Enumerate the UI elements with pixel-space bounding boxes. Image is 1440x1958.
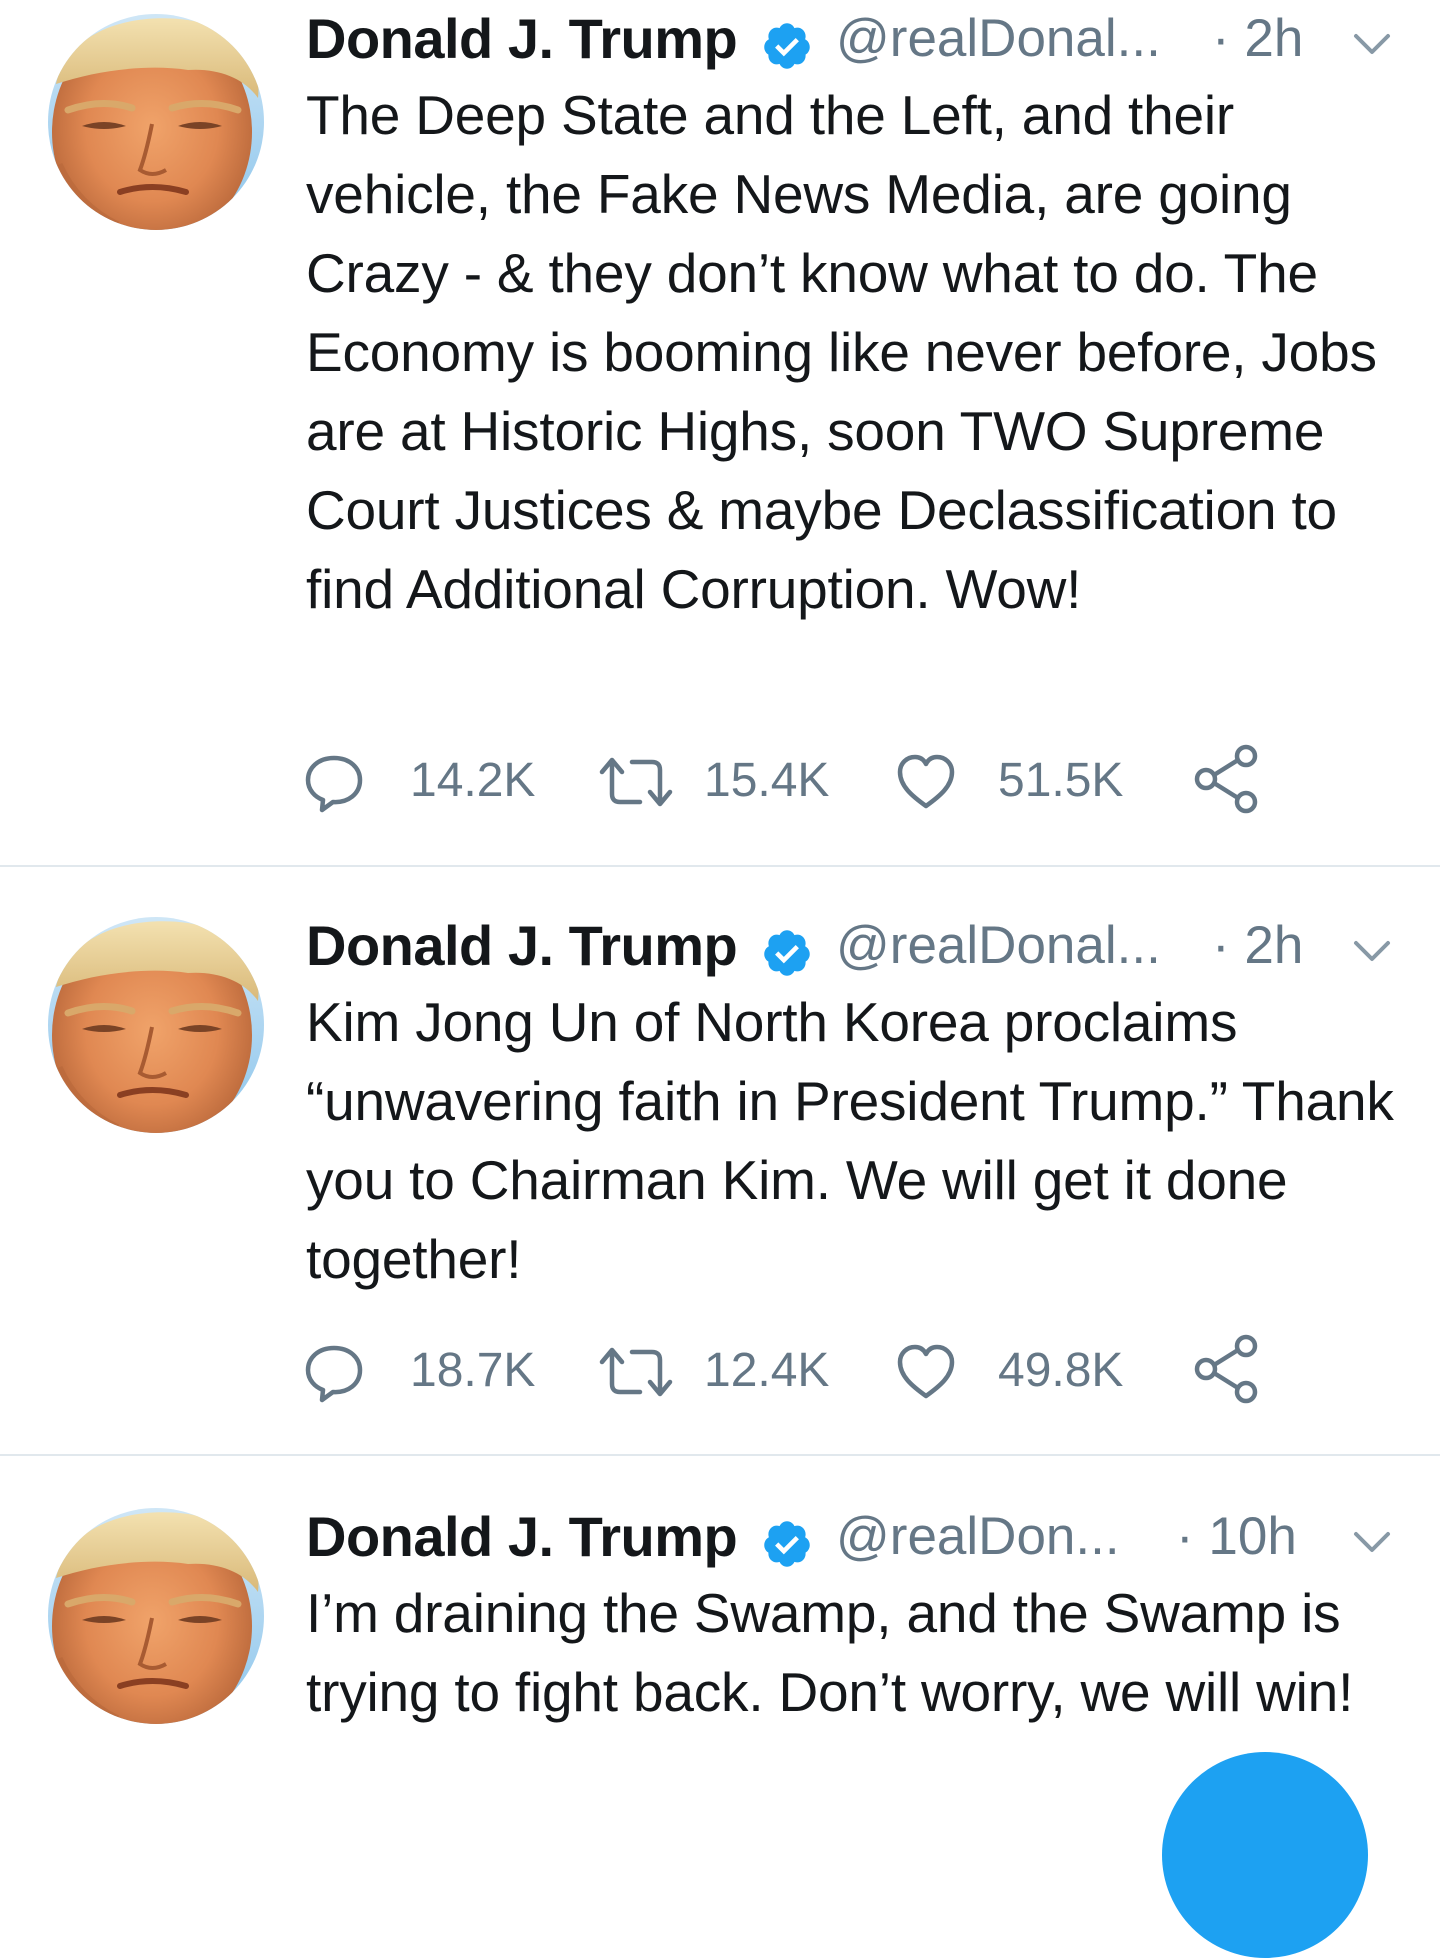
heart-icon — [897, 754, 955, 809]
profile-photo — [48, 1508, 264, 1724]
reply-bubble-icon — [305, 1345, 363, 1403]
avatar[interactable] — [48, 917, 264, 1133]
tweet-header: Donald J. Trump @realDonal... · 2h — [306, 0, 1396, 80]
compose-tweet-button[interactable] — [1162, 1752, 1368, 1958]
retweet-icon — [599, 757, 673, 807]
author-name[interactable]: Donald J. Trump — [306, 1502, 738, 1572]
retweet-icon — [599, 1347, 673, 1397]
profile-photo — [48, 917, 264, 1133]
verified-badge-icon — [761, 927, 813, 979]
reply-count: 18.7K — [410, 1344, 536, 1397]
tweet-content: Donald J. Trump @realDon... · 10h I’m dr… — [306, 1498, 1396, 1732]
author-name[interactable]: Donald J. Trump — [306, 911, 738, 981]
tweet-timestamp[interactable]: · 2h — [1212, 4, 1303, 74]
tweet-actions: 14.2K 15.4K 51.5K — [305, 740, 1396, 820]
tweet-content: Donald J. Trump @realDonal... · 2h The D… — [306, 0, 1396, 629]
tweet-timestamp[interactable]: · 2h — [1212, 911, 1303, 981]
author-handle[interactable]: @realDonal... — [836, 911, 1161, 981]
reply-bubble-icon — [305, 755, 363, 813]
verified-badge-icon — [761, 20, 813, 72]
heart-icon — [897, 1344, 955, 1399]
reply-count: 14.2K — [410, 754, 536, 807]
share-icon — [1194, 744, 1258, 814]
timeline-feed[interactable]: Donald J. Trump @realDonal... · 2h The D… — [0, 0, 1440, 1958]
retweet-count: 15.4K — [704, 754, 830, 807]
chevron-down-icon[interactable] — [1350, 937, 1394, 967]
tweet-1[interactable]: Donald J. Trump @realDonal... · 2h The D… — [0, 0, 1440, 866]
tweet-actions: 18.7K 12.4K 49.8K — [305, 1330, 1396, 1410]
chevron-down-icon[interactable] — [1350, 1528, 1394, 1558]
author-name[interactable]: Donald J. Trump — [306, 4, 738, 74]
avatar[interactable] — [48, 14, 264, 230]
tweet-content: Donald J. Trump @realDonal... · 2h Kim J… — [306, 907, 1396, 1299]
verified-badge-icon — [761, 1518, 813, 1570]
like-count: 49.8K — [998, 1344, 1124, 1397]
author-handle[interactable]: @realDon... — [836, 1502, 1120, 1572]
tweet-text: The Deep State and the Left, and their v… — [306, 84, 1377, 620]
tweet-text: Kim Jong Un of North Korea proclaims “un… — [306, 991, 1394, 1290]
tweet-timestamp[interactable]: · 10h — [1176, 1502, 1297, 1572]
like-count: 51.5K — [998, 754, 1124, 807]
retweet-count: 12.4K — [704, 1344, 830, 1397]
share-icon — [1194, 1334, 1258, 1404]
avatar[interactable] — [48, 1508, 264, 1724]
author-handle[interactable]: @realDonal... — [836, 4, 1161, 74]
tweet-header: Donald J. Trump @realDonal... · 2h — [306, 907, 1396, 987]
tweet-header: Donald J. Trump @realDon... · 10h — [306, 1498, 1396, 1578]
tweet-text: I’m draining the Swamp, and the Swamp is… — [306, 1582, 1354, 1723]
profile-photo — [48, 14, 264, 230]
chevron-down-icon[interactable] — [1350, 30, 1394, 60]
